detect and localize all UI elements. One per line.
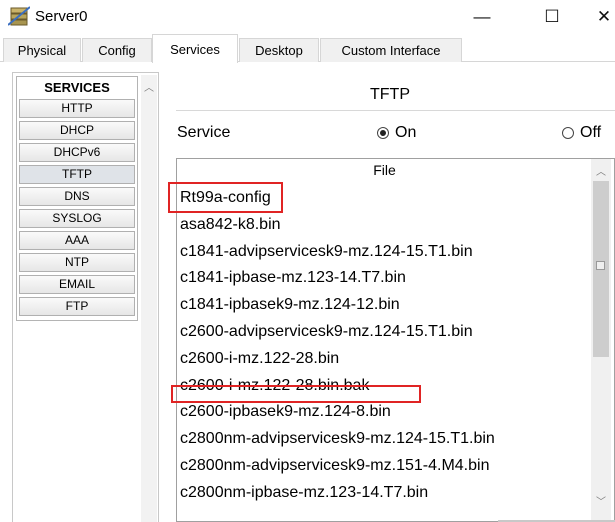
file-row[interactable]: c2600-ipbasek9-mz.124-8.bin bbox=[180, 399, 592, 426]
file-list[interactable]: File Rt99a-config asa842-k8.bin c1841-ad… bbox=[176, 158, 615, 522]
close-icon: ✕ bbox=[596, 7, 612, 26]
maximize-button[interactable]: ☐ bbox=[532, 4, 572, 30]
file-row[interactable]: c2800nm-advipservicesk9-mz.151-4.M4.bin bbox=[180, 453, 592, 480]
tab-bar: Physical Config Services Desktop Custom … bbox=[0, 34, 615, 63]
file-list-scrollbar[interactable]: ︿ ﹀ bbox=[591, 159, 611, 521]
services-header: SERVICES bbox=[44, 80, 110, 95]
tab-label: Custom Interface bbox=[341, 43, 441, 58]
radio-unchecked-icon[interactable] bbox=[562, 127, 574, 139]
tab-label: Desktop bbox=[255, 43, 303, 58]
title-bar: Server0 — ☐ ✕ bbox=[0, 0, 615, 34]
service-email-button[interactable]: EMAIL bbox=[19, 275, 135, 294]
tab-desktop[interactable]: Desktop bbox=[239, 38, 319, 62]
minimize-button[interactable]: — bbox=[462, 4, 502, 30]
file-rows: Rt99a-config asa842-k8.bin c1841-advipse… bbox=[180, 185, 592, 507]
file-column-header: File bbox=[373, 162, 396, 178]
services-content: SERVICES HTTP DHCP DHCPv6 TFTP DNS SYSLO… bbox=[0, 62, 615, 522]
service-on-label: On bbox=[395, 124, 417, 141]
service-http-button[interactable]: HTTP bbox=[19, 99, 135, 118]
tab-label: Config bbox=[98, 43, 136, 58]
tab-label: Services bbox=[170, 41, 220, 57]
file-row[interactable]: Rt99a-config bbox=[180, 185, 592, 212]
service-ftp-button[interactable]: FTP bbox=[19, 297, 135, 316]
divider bbox=[176, 110, 615, 111]
file-row[interactable]: c2600-advipservicesk9-mz.124-15.T1.bin bbox=[180, 319, 592, 346]
file-row[interactable]: c2800nm-ipbase-mz.123-14.T7.bin bbox=[180, 480, 592, 507]
service-off-radio[interactable]: Off bbox=[562, 124, 601, 142]
tab-services[interactable]: Services bbox=[152, 34, 238, 63]
radio-checked-icon[interactable] bbox=[377, 127, 389, 139]
service-label: Service bbox=[177, 124, 231, 141]
file-row[interactable]: c2600-i-mz.122-28.bin.bak bbox=[180, 373, 592, 400]
scroll-up-icon[interactable]: ︿ bbox=[596, 163, 606, 178]
services-scrollbar[interactable]: ︿ bbox=[141, 75, 157, 522]
close-button[interactable]: ✕ bbox=[584, 4, 615, 30]
file-row[interactable]: c1841-ipbase-mz.123-14.T7.bin bbox=[180, 265, 592, 292]
file-row[interactable]: asa842-k8.bin bbox=[180, 212, 592, 239]
service-dhcpv6-button[interactable]: DHCPv6 bbox=[19, 143, 135, 162]
maximize-icon: ☐ bbox=[544, 7, 560, 26]
server-icon bbox=[8, 6, 30, 26]
service-ntp-button[interactable]: NTP bbox=[19, 253, 135, 272]
service-syslog-button[interactable]: SYSLOG bbox=[19, 209, 135, 228]
service-aaa-button[interactable]: AAA bbox=[19, 231, 135, 250]
scroll-down-icon[interactable]: ﹀ bbox=[596, 493, 606, 508]
tftp-title: TFTP bbox=[370, 86, 410, 103]
service-on-radio[interactable]: On bbox=[377, 124, 416, 142]
scroll-up-icon[interactable]: ︿ bbox=[144, 79, 154, 94]
services-list: SERVICES HTTP DHCP DHCPv6 TFTP DNS SYSLO… bbox=[16, 76, 138, 321]
minimize-icon: — bbox=[473, 7, 491, 26]
service-dns-button[interactable]: DNS bbox=[19, 187, 135, 206]
file-row[interactable]: c2600-i-mz.122-28.bin bbox=[180, 346, 592, 373]
file-row[interactable]: c2800nm-advipservicesk9-mz.124-15.T1.bin bbox=[180, 426, 592, 453]
tab-label: Physical bbox=[17, 43, 67, 58]
scrollbar-grip bbox=[596, 261, 605, 270]
tab-config[interactable]: Config bbox=[82, 38, 152, 62]
window-title: Server0 bbox=[35, 8, 88, 25]
tab-custom-interface[interactable]: Custom Interface bbox=[320, 38, 462, 62]
service-off-label: Off bbox=[580, 124, 602, 141]
service-tftp-button[interactable]: TFTP bbox=[19, 165, 135, 184]
file-row[interactable]: c1841-advipservicesk9-mz.124-15.T1.bin bbox=[180, 239, 592, 266]
file-row[interactable]: c1841-ipbasek9-mz.124-12.bin bbox=[180, 292, 592, 319]
services-panel: SERVICES HTTP DHCP DHCPv6 TFTP DNS SYSLO… bbox=[12, 72, 159, 522]
tab-physical[interactable]: Physical bbox=[3, 38, 81, 62]
service-dhcp-button[interactable]: DHCP bbox=[19, 121, 135, 140]
